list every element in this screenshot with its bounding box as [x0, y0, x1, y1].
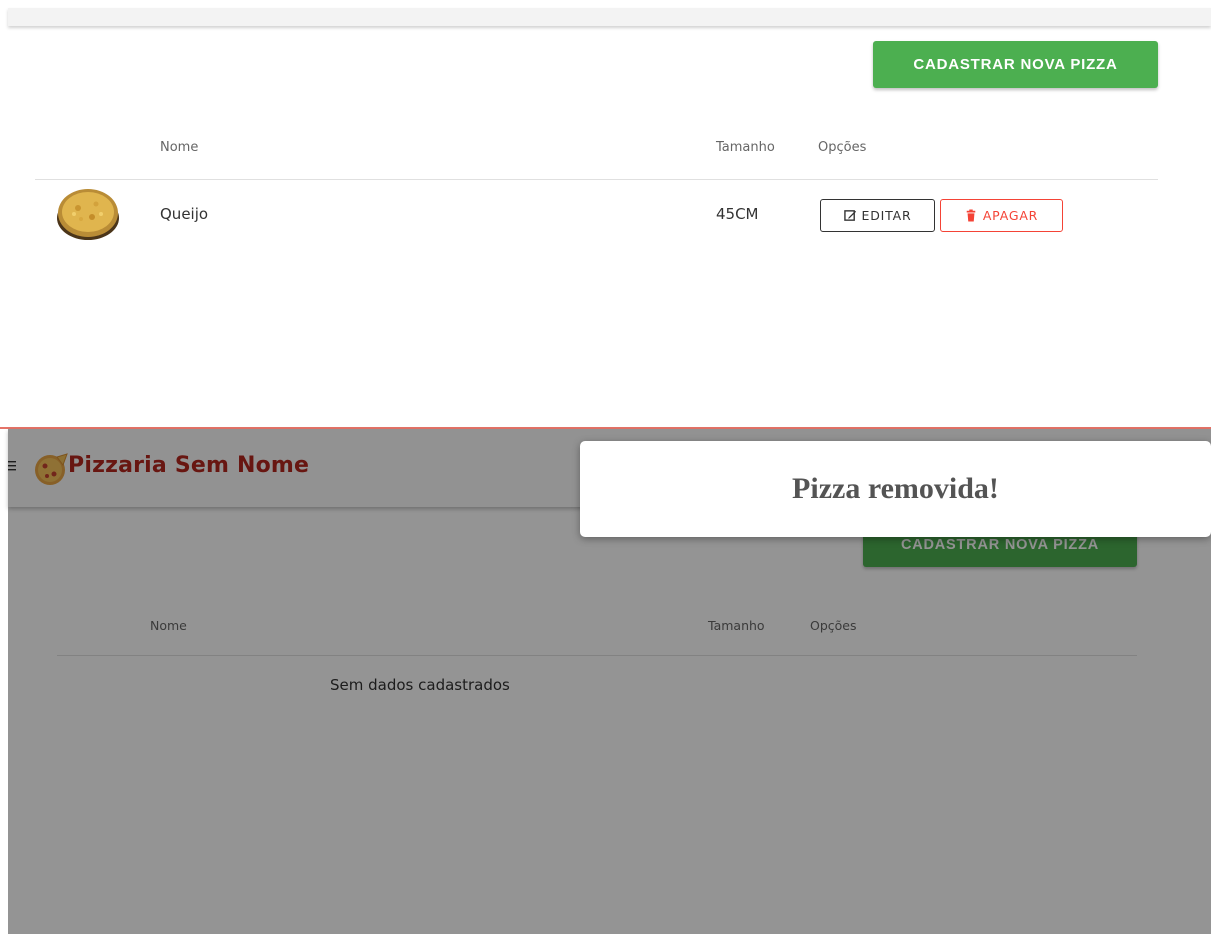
edit-button[interactable]: EDITAR: [820, 199, 935, 232]
trash-icon: [965, 209, 978, 222]
column-header-name[interactable]: Nome: [160, 140, 198, 155]
header-divider: [35, 179, 1158, 180]
toast-notification: Pizza removida!: [580, 441, 1211, 537]
edit-icon: [843, 209, 857, 222]
toast-message: Pizza removida!: [792, 472, 999, 505]
pizza-list-panel: CADASTRAR NOVA PIZZA Nome Tamanho Opções…: [0, 0, 1211, 427]
pizza-image: [57, 189, 119, 240]
column-header-options: Opções: [818, 140, 867, 155]
edit-button-label: EDITAR: [861, 208, 912, 223]
column-header-size[interactable]: Tamanho: [716, 140, 775, 155]
add-pizza-button[interactable]: CADASTRAR NOVA PIZZA: [873, 41, 1158, 88]
app-header-edge: [8, 8, 1211, 26]
delete-button[interactable]: APAGAR: [940, 199, 1063, 232]
pizza-name: Queijo: [160, 205, 209, 223]
pizza-size: 45CM: [716, 205, 759, 223]
delete-button-label: APAGAR: [982, 208, 1039, 223]
